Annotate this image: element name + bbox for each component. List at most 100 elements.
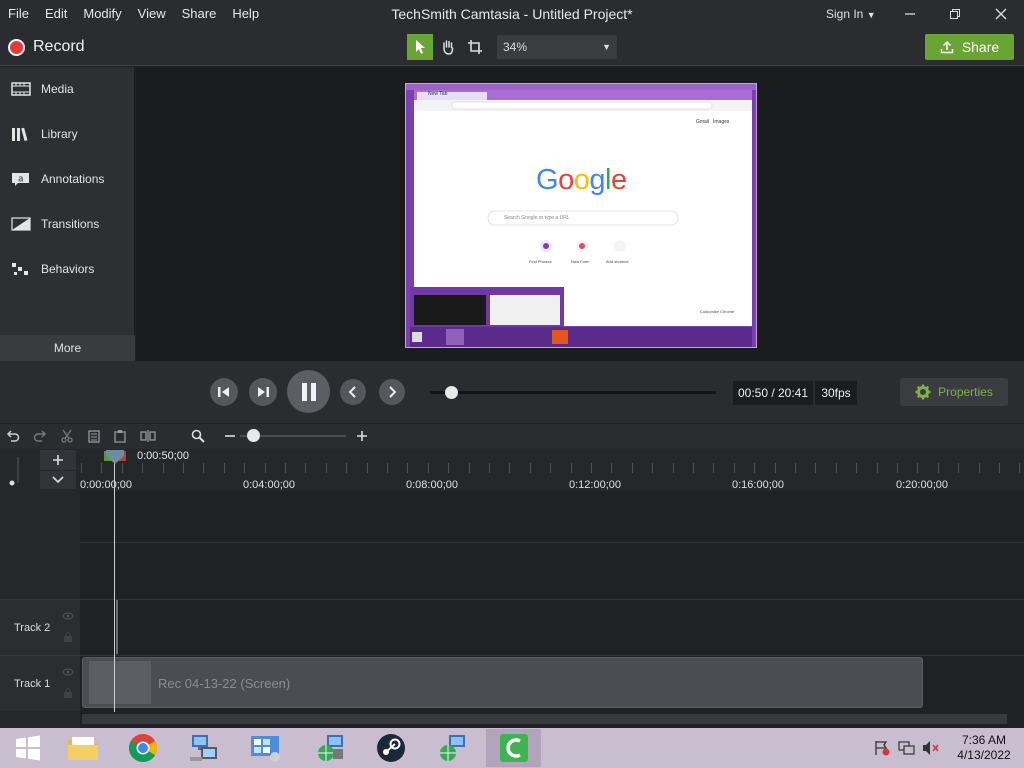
taskbar-network-setup[interactable] [303, 729, 358, 767]
zoom-in-button[interactable] [352, 426, 372, 446]
taskbar-network-app[interactable] [176, 729, 231, 767]
taskbar-control-panel[interactable] [237, 729, 292, 767]
properties-button[interactable]: Properties [900, 378, 1008, 406]
media-clip[interactable]: Rec 04-13-22 (Screen) [82, 657, 923, 708]
share-button[interactable]: Share [925, 34, 1014, 60]
select-tool-button[interactable] [407, 34, 433, 60]
recording-preview[interactable]: New Tab Gmail Images Google Search Googl… [405, 83, 757, 348]
ruler-tick-label: 0:12:00;00 [569, 479, 621, 491]
split-button[interactable] [138, 426, 158, 446]
sidebar-item-behaviors[interactable]: Behaviors [0, 251, 135, 287]
playhead-handle[interactable] [104, 449, 126, 465]
ruler-tick [591, 463, 592, 473]
start-button[interactable] [0, 729, 55, 767]
next-clip-button[interactable] [379, 379, 405, 405]
ruler-tick [81, 463, 82, 473]
timeline-zoom-button[interactable] [188, 426, 208, 446]
scissors-icon [61, 429, 73, 443]
chrome-icon [128, 734, 157, 762]
menu-modify[interactable]: Modify [75, 0, 129, 28]
copy-button[interactable] [84, 426, 104, 446]
cut-button[interactable] [57, 426, 77, 446]
sidebar-more-button[interactable]: More [0, 335, 135, 361]
taskbar-chrome[interactable] [115, 729, 170, 767]
ruler-tick-label: 0:20:00;00 [896, 479, 948, 491]
sidebar-item-transitions[interactable]: Transitions [0, 206, 135, 242]
ruler-tick [979, 463, 980, 473]
paste-button[interactable] [110, 426, 130, 446]
sidebar: Media Library a Annotations Transitions … [0, 67, 135, 361]
menu-share[interactable]: Share [174, 0, 225, 28]
google-logo: Google [536, 164, 627, 197]
eye-icon[interactable] [62, 612, 74, 620]
timeline-horizontal-scrollbar[interactable] [82, 714, 1007, 724]
sign-in-button[interactable]: Sign In ▼ [826, 0, 876, 29]
preview-search-placeholder: Search Google or type a URL [504, 215, 570, 221]
track-height-slider[interactable] [8, 455, 28, 487]
timeline-empty-area[interactable] [80, 491, 1024, 599]
ruler-tick [530, 463, 531, 473]
sidebar-item-label: Library [41, 127, 78, 141]
step-back-button[interactable] [210, 378, 238, 406]
record-label: Record [33, 38, 85, 55]
track-row[interactable]: Track 2 [0, 599, 1024, 655]
taskbar-camtasia[interactable] [486, 729, 541, 767]
sidebar-item-label: Behaviors [41, 262, 95, 276]
track-2-marker [116, 600, 118, 654]
undo-icon [6, 430, 20, 442]
taskbar-network-app-2[interactable] [425, 729, 480, 767]
pause-button[interactable] [287, 370, 330, 413]
track-lane[interactable] [80, 600, 1024, 655]
maximize-button[interactable] [932, 0, 978, 28]
menu-edit[interactable]: Edit [37, 0, 75, 28]
eye-icon[interactable] [62, 668, 74, 676]
pan-tool-button[interactable] [435, 34, 461, 60]
step-back-icon [218, 387, 229, 397]
menu-file[interactable]: File [0, 0, 37, 28]
action-center-icon[interactable] [874, 740, 890, 756]
sidebar-item-library[interactable]: Library [0, 116, 135, 152]
zoom-out-button[interactable] [220, 426, 240, 446]
record-button[interactable]: Record [8, 36, 85, 58]
sidebar-item-media[interactable]: Media [0, 71, 135, 107]
add-track-button[interactable] [40, 450, 76, 470]
crop-tool-button[interactable] [462, 34, 488, 60]
ruler-tick [346, 463, 347, 473]
folder-icon [67, 737, 98, 760]
zoom-slider-handle[interactable] [247, 429, 260, 442]
lock-icon[interactable] [63, 688, 73, 698]
timeline-zoom-slider[interactable] [240, 429, 346, 442]
track-options-button[interactable] [40, 471, 76, 489]
ruler-tick [285, 463, 286, 473]
taskbar-steam[interactable] [363, 729, 418, 767]
menu-view[interactable]: View [130, 0, 174, 28]
fps-display: 30fps [815, 381, 857, 405]
playback-scrubber[interactable] [430, 386, 716, 399]
sidebar-item-annotations[interactable]: a Annotations [0, 161, 135, 197]
network-tray-icon[interactable] [898, 740, 916, 756]
chevron-right-icon [389, 386, 397, 398]
ruler-tick [958, 463, 959, 473]
taskbar-file-explorer[interactable] [55, 729, 110, 767]
step-forward-button[interactable] [249, 378, 277, 406]
minimize-button[interactable] [887, 0, 933, 28]
redo-button[interactable] [30, 426, 50, 446]
zoom-value: 34% [503, 40, 528, 54]
google-logo-letter: g [589, 164, 605, 196]
close-button[interactable] [978, 0, 1024, 28]
ruler-tick [448, 463, 449, 473]
ruler-tick [387, 463, 388, 473]
taskbar-clock[interactable]: 7:36 AM 4/13/2022 [948, 733, 1020, 763]
menu-help[interactable]: Help [224, 0, 267, 28]
plus-icon [53, 455, 63, 465]
previous-clip-button[interactable] [340, 379, 366, 405]
lock-icon[interactable] [63, 632, 73, 642]
zoom-select[interactable]: 34% ▼ [497, 35, 617, 59]
timeline-ruler[interactable] [80, 449, 1024, 491]
scrubber-handle[interactable] [445, 386, 458, 399]
volume-muted-icon[interactable] [922, 740, 940, 756]
sidebar-item-label: Transitions [41, 217, 100, 231]
undo-button[interactable] [3, 426, 23, 446]
ruler-tick [142, 463, 143, 473]
ruler-tick [163, 463, 164, 473]
